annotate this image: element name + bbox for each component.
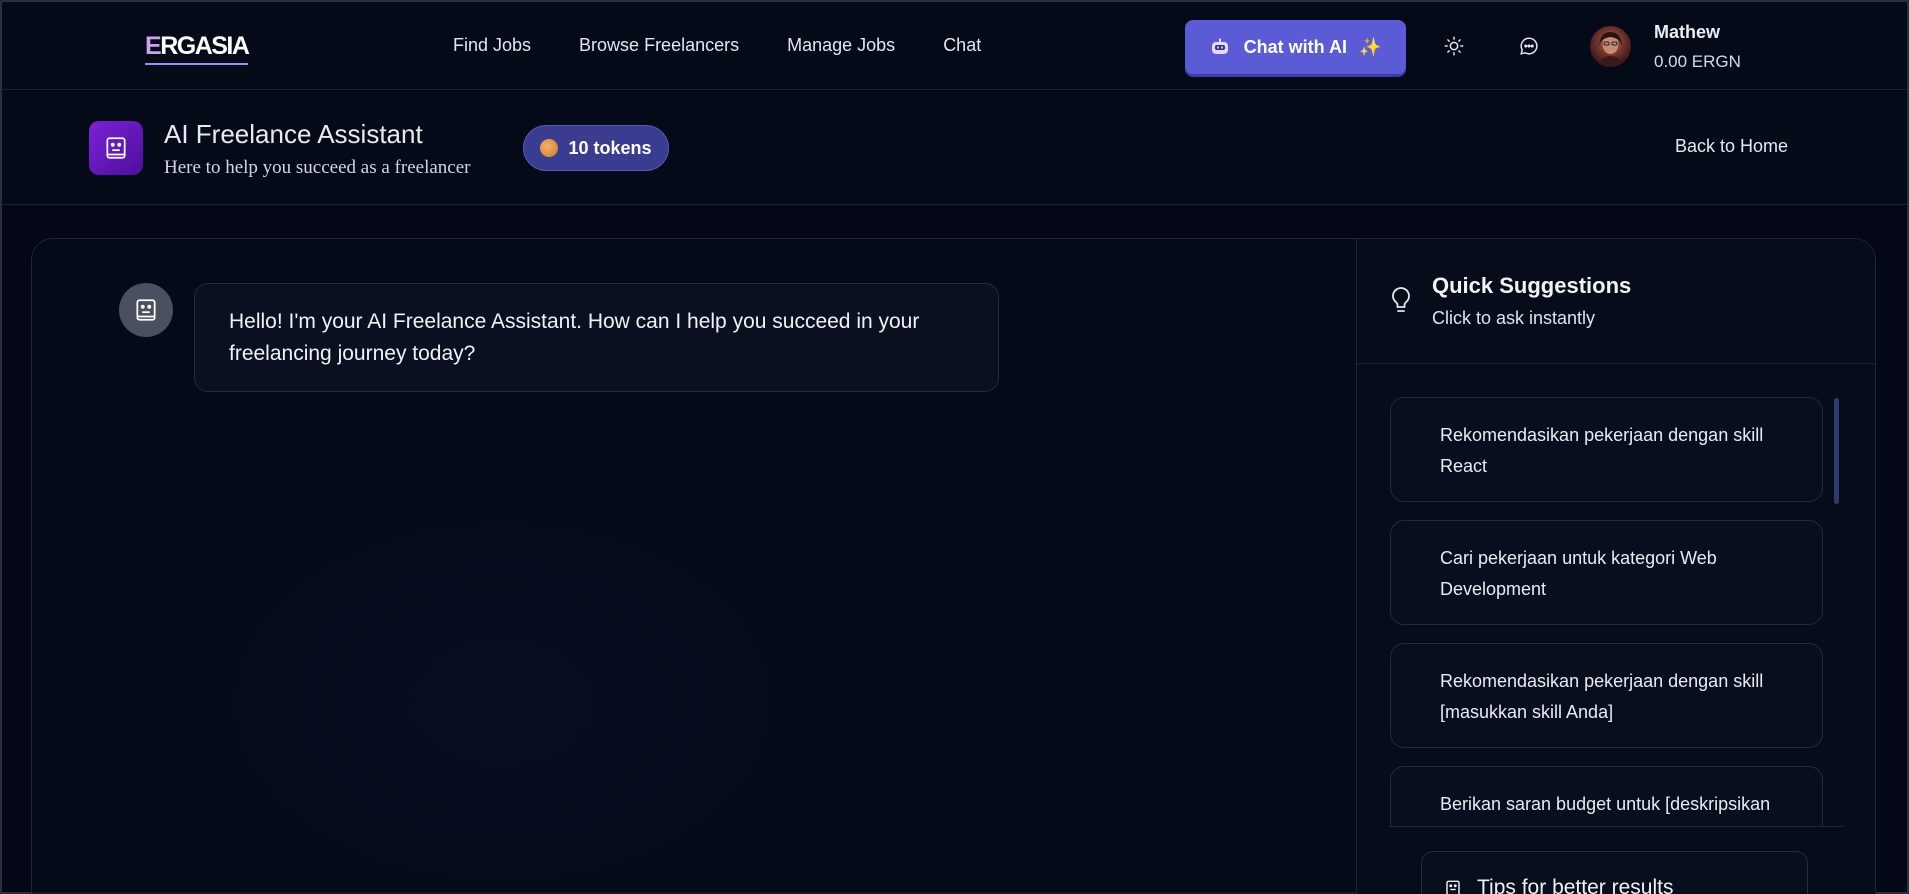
robot-face-icon bbox=[1446, 880, 1460, 894]
nav-manage-jobs[interactable]: Manage Jobs bbox=[787, 35, 895, 56]
back-to-home-link[interactable]: Back to Home bbox=[1675, 136, 1788, 157]
suggestion-item[interactable]: Rekomendasikan pekerjaan dengan skill [m… bbox=[1390, 643, 1823, 748]
user-photo-icon bbox=[1598, 32, 1623, 67]
sparkles-icon: ✨ bbox=[1358, 36, 1382, 57]
tips-panel[interactable]: Tips for better results bbox=[1421, 851, 1808, 894]
nav-chat[interactable]: Chat bbox=[943, 35, 981, 56]
theme-toggle-button[interactable] bbox=[1440, 32, 1468, 60]
suggestions-header: Quick Suggestions Click to ask instantly bbox=[1357, 239, 1875, 364]
chat-with-ai-label: Chat with AI bbox=[1243, 36, 1347, 57]
user-avatar[interactable] bbox=[1590, 26, 1631, 67]
page-title: AI Freelance Assistant bbox=[164, 119, 423, 149]
assistant-avatar bbox=[89, 121, 143, 175]
nav-browse-freelancers[interactable]: Browse Freelancers bbox=[579, 35, 739, 56]
quick-suggestions-sidebar: Quick Suggestions Click to ask instantly… bbox=[1356, 239, 1875, 894]
user-name: Mathew bbox=[1654, 22, 1721, 42]
ergasia-logo[interactable]: ERGASIA bbox=[145, 32, 250, 65]
suggestions-subtitle: Click to ask instantly bbox=[1432, 308, 1596, 328]
assistant-header: AI Freelance Assistant Here to help you … bbox=[2, 91, 1907, 205]
suggestions-list: Rekomendasikan pekerjaan dengan skill Re… bbox=[1390, 397, 1823, 827]
token-balance-badge: 10 tokens bbox=[523, 125, 669, 171]
robot-face-icon bbox=[136, 299, 156, 321]
nav-links: Find Jobs Browse Freelancers Manage Jobs… bbox=[453, 35, 1029, 56]
chat-bubble-icon bbox=[1520, 37, 1538, 55]
assistant-message: Hello! I'm your AI Freelance Assistant. … bbox=[194, 283, 999, 392]
coin-icon bbox=[540, 139, 559, 157]
robot-icon bbox=[1211, 38, 1228, 54]
lightbulb-icon bbox=[1392, 287, 1410, 312]
sidebar-divider bbox=[1389, 826, 1844, 827]
chat-panel: Hello! I'm your AI Freelance Assistant. … bbox=[31, 238, 1876, 894]
robot-face-icon bbox=[106, 137, 126, 159]
suggestion-item[interactable]: Berikan saran budget untuk [deskripsikan… bbox=[1390, 766, 1823, 827]
suggestion-item[interactable]: Cari pekerjaan untuk kategori Web Develo… bbox=[1390, 520, 1823, 625]
page-subtitle: Here to help you succeed as a freelancer bbox=[164, 157, 471, 178]
chat-with-ai-button[interactable]: Chat with AI ✨ bbox=[1185, 20, 1406, 74]
tips-label: Tips for better results bbox=[1477, 876, 1674, 894]
nav-find-jobs[interactable]: Find Jobs bbox=[453, 35, 531, 56]
user-balance: 0.00 ERGN bbox=[1654, 52, 1741, 71]
suggestion-item[interactable]: Rekomendasikan pekerjaan dengan skill Re… bbox=[1390, 397, 1823, 502]
assistant-message-avatar bbox=[119, 283, 173, 337]
sun-icon bbox=[1444, 36, 1464, 56]
suggestions-title: Quick Suggestions bbox=[1432, 273, 1632, 298]
messages-button[interactable] bbox=[1515, 32, 1543, 60]
app-window: ERGASIA Find Jobs Browse Freelancers Man… bbox=[0, 0, 1909, 894]
top-navbar: ERGASIA Find Jobs Browse Freelancers Man… bbox=[2, 2, 1907, 90]
suggestions-scrollbar[interactable] bbox=[1834, 398, 1839, 504]
token-count: 10 tokens bbox=[568, 137, 652, 158]
